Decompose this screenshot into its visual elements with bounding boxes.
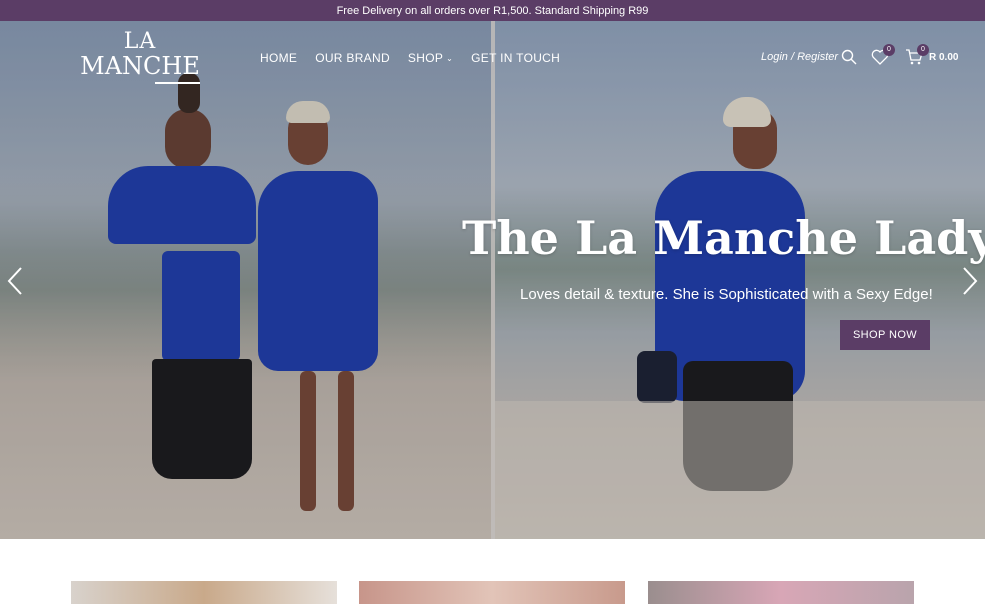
login-register-link[interactable]: Login / Register xyxy=(761,51,838,63)
hero-subtitle: Loves detail & texture. She is Sophistic… xyxy=(520,286,933,303)
nav-label: OUR BRAND xyxy=(315,51,390,65)
hero-overlay xyxy=(0,21,985,539)
cart-total[interactable]: R 0.00 xyxy=(929,52,958,63)
featured-section xyxy=(0,539,985,604)
arrow-left-icon[interactable] xyxy=(6,266,24,302)
featured-card[interactable] xyxy=(71,581,337,604)
nav-item-get-in-touch[interactable]: GET IN TOUCH xyxy=(471,51,560,65)
featured-card[interactable] xyxy=(648,581,914,604)
logo-line-2: MANCHE xyxy=(80,52,200,80)
logo-line-1: LA xyxy=(123,29,157,54)
nav-label: GET IN TOUCH xyxy=(471,51,561,65)
wishlist-count-badge: 0 xyxy=(883,44,895,56)
shop-now-label: SHOP NOW xyxy=(852,329,918,341)
nav-label: SHOP xyxy=(407,51,444,65)
logo-underline xyxy=(155,82,200,84)
nav-item-shop[interactable]: SHOP ⌄ xyxy=(408,51,453,65)
chevron-down-icon: ⌄ xyxy=(446,53,454,63)
cart-count-badge: 0 xyxy=(917,44,929,56)
shop-now-button[interactable]: SHOP NOW xyxy=(840,320,930,350)
hero-slider: LA MANCHE HOME OUR BRAND SHOP ⌄ GET IN TO… xyxy=(0,21,985,539)
nav-label: HOME xyxy=(260,51,298,65)
hero-title: The La Manche Lady xyxy=(462,211,985,265)
nav-item-home[interactable]: HOME xyxy=(260,51,297,65)
site-logo[interactable]: LA MANCHE xyxy=(78,31,202,87)
promo-bar: Free Delivery on all orders over R1,500.… xyxy=(0,0,985,21)
nav-item-our-brand[interactable]: OUR BRAND xyxy=(315,51,390,65)
promo-text: Free Delivery on all orders over R1,500.… xyxy=(336,4,649,17)
featured-card[interactable] xyxy=(359,581,625,604)
search-icon[interactable] xyxy=(841,49,857,70)
arrow-right-icon[interactable] xyxy=(961,266,979,302)
main-nav: HOME OUR BRAND SHOP ⌄ GET IN TOUCH xyxy=(260,51,560,65)
